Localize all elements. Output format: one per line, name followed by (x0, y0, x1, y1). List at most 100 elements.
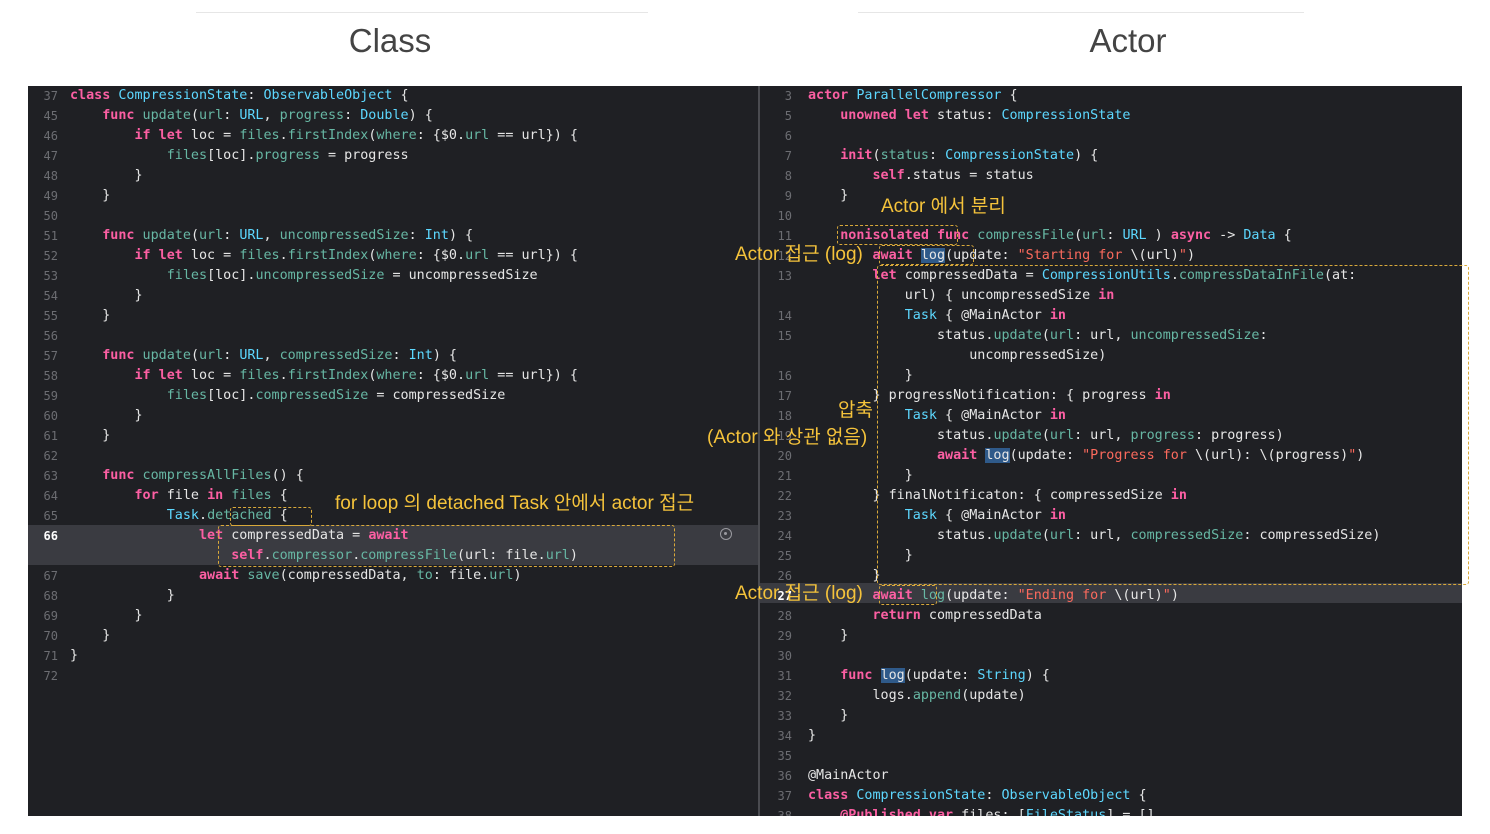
line-number: 51 (43, 229, 58, 243)
code-token: status (880, 148, 929, 163)
code-token: == url}) { (489, 248, 578, 263)
code-token: where (376, 368, 417, 383)
code-token: . (199, 508, 208, 523)
code-line[interactable]: 61 } (28, 426, 758, 446)
code-token: if let (134, 368, 183, 383)
class-code-editor[interactable]: 37 class CompressionState: ObservableObje… (28, 86, 758, 816)
code-line[interactable]: 28 return compressedData (760, 606, 1462, 626)
code-line[interactable]: 36 @MainActor (760, 766, 1462, 786)
code-line[interactable]: 67 await save(compressedData, to: file.u… (28, 566, 758, 586)
code-line[interactable]: 69 } (28, 606, 758, 626)
code-line[interactable]: 9 } (760, 186, 1462, 206)
code-line[interactable]: 55 } (28, 306, 758, 326)
code-line[interactable]: 49 } (28, 186, 758, 206)
code-line[interactable]: 10 (760, 206, 1462, 226)
code-token: } (808, 628, 849, 643)
code-line[interactable]: 53 files[loc].uncompressedSize = uncompr… (28, 266, 758, 286)
line-number: 31 (777, 669, 792, 683)
code-line[interactable]: 59 files[loc].compressedSize = compresse… (28, 386, 758, 406)
code-line[interactable]: 62 (28, 446, 758, 466)
line-number: 8 (784, 169, 792, 183)
code-token: : (392, 348, 409, 363)
line-number: 56 (43, 329, 58, 343)
code-line[interactable]: 30 (760, 646, 1462, 666)
code-line[interactable]: 31 func log(update: String) { (760, 666, 1462, 686)
line-number: 68 (43, 589, 58, 603)
line-number: 72 (43, 669, 58, 683)
code-token: ( (872, 148, 881, 163)
code-text: for file in files { (70, 486, 288, 506)
code-line[interactable]: 47 files[loc].progress = progress (28, 146, 758, 166)
code-token: progress (279, 108, 345, 123)
code-line[interactable]: 60 } (28, 406, 758, 426)
code-token: unowned let (840, 108, 929, 123)
code-token: loc = (182, 368, 240, 383)
code-line[interactable]: 6 (760, 126, 1462, 146)
code-line[interactable]: 56 (28, 326, 758, 346)
code-line[interactable]: 48 } (28, 166, 758, 186)
actor-heading: Actor (1089, 22, 1167, 59)
code-line[interactable]: 58 if let loc = files.firstIndex(where: … (28, 366, 758, 386)
code-line[interactable]: 37 class CompressionState: ObservableObje… (28, 86, 758, 106)
code-line[interactable]: 12 await log(update: "Starting for \(url… (760, 246, 1462, 266)
code-line[interactable]: 68 } (28, 586, 758, 606)
code-line[interactable]: 33 } (760, 706, 1462, 726)
detached-access-annotation: for loop 의 detached Task 안에서 actor 접근 (335, 493, 695, 514)
code-line[interactable]: 32 logs.append(update) (760, 686, 1462, 706)
code-line[interactable]: 71} (28, 646, 758, 666)
code-token: func (102, 468, 135, 483)
code-token: " (1178, 248, 1187, 263)
code-text: func update(url: URL, progress: Double) … (70, 106, 433, 126)
code-line[interactable]: 35 (760, 746, 1462, 766)
code-token: CompressionState (945, 148, 1075, 163)
code-line[interactable]: 52 if let loc = files.firstIndex(where: … (28, 246, 758, 266)
code-token: (update: (904, 668, 978, 683)
line-number: 24 (777, 529, 792, 543)
code-token: CompressionState (1001, 108, 1131, 123)
code-line[interactable]: 29 } (760, 626, 1462, 646)
code-line[interactable]: 63 func compressAllFiles() { (28, 466, 758, 486)
line-number: 50 (43, 209, 58, 223)
code-text: actor ParallelCompressor { (808, 86, 1018, 106)
code-line[interactable]: 34} (760, 726, 1462, 746)
code-line[interactable]: 5 unowned let status: CompressionState (760, 106, 1462, 126)
code-token: = uncompressedSize (384, 268, 538, 283)
code-token: FileStatus (1025, 808, 1107, 816)
code-token: init (840, 148, 873, 163)
code-token: } (70, 168, 143, 183)
code-line[interactable]: 46 if let loc = files.firstIndex(where: … (28, 126, 758, 146)
code-token: compressedSize (279, 348, 393, 363)
code-line[interactable]: 7 init(status: CompressionState) { (760, 146, 1462, 166)
code-token: ObservableObject (263, 88, 393, 103)
code-line[interactable]: 50 (28, 206, 758, 226)
code-token: files (239, 128, 280, 143)
line-number: 37 (777, 789, 792, 803)
code-token: . (279, 128, 288, 143)
code-line[interactable]: 38 @Published var files: [FileStatus] = … (760, 806, 1462, 816)
line-number: 35 (777, 749, 792, 763)
code-line[interactable]: 27 await log(update: "Ending for \(url)"… (760, 586, 1462, 606)
code-token: "Starting for (1017, 248, 1131, 263)
code-token: compressFile (969, 228, 1075, 243)
code-line[interactable]: 37 class CompressionState: ObservableObje… (760, 786, 1462, 806)
code-token: Double (360, 108, 409, 123)
code-line[interactable]: 51 func update(url: URL, uncompressedSiz… (28, 226, 758, 246)
code-line[interactable]: 45 func update(url: URL, progress: Doubl… (28, 106, 758, 126)
code-token: Int (408, 348, 433, 363)
code-line[interactable]: 72 (28, 666, 758, 686)
code-line[interactable]: 3 actor ParallelCompressor { (760, 86, 1462, 106)
code-token: update (134, 228, 191, 243)
code-token: , (263, 228, 280, 243)
code-line[interactable]: 70 } (28, 626, 758, 646)
code-line[interactable]: 57 func update(url: URL, compressedSize:… (28, 346, 758, 366)
code-token: .status = status (904, 168, 1034, 183)
code-token: } (808, 188, 849, 203)
compress-block-highlight-box (877, 265, 1469, 585)
code-line[interactable]: 8 self.status = status (760, 166, 1462, 186)
line-number: 47 (43, 149, 58, 163)
code-line[interactable]: 54 } (28, 286, 758, 306)
code-token: self (872, 168, 905, 183)
